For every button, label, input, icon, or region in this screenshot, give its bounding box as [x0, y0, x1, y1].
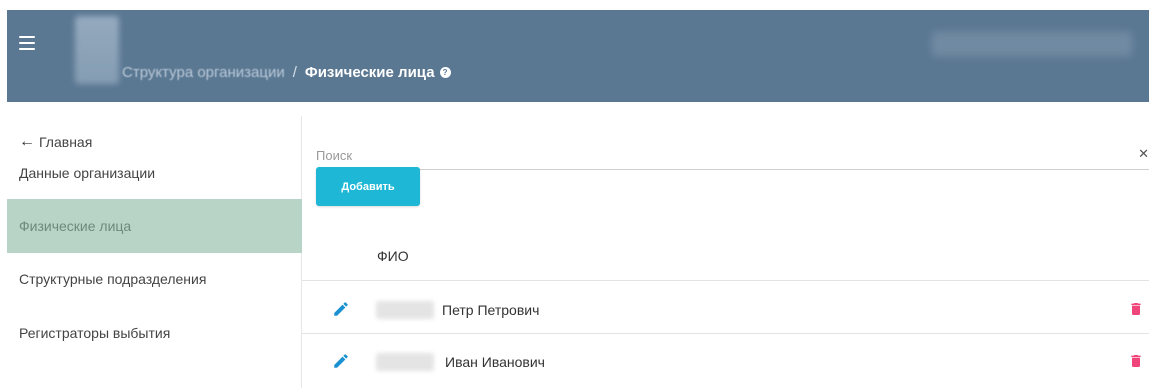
menu-icon[interactable] [19, 36, 35, 50]
person-name: Петр Петрович [442, 302, 540, 318]
breadcrumb: Структура организации / Физические лица … [122, 60, 451, 84]
question-circle-icon[interactable]: ? [439, 66, 451, 78]
surname-redacted [376, 353, 434, 371]
pencil-icon[interactable] [332, 300, 350, 318]
page-title: Физические лица [304, 63, 435, 81]
sidebar-item-label: Регистраторы выбытия [19, 325, 171, 341]
sidebar-item-individuals[interactable]: Физические лица [7, 199, 302, 253]
trash-icon[interactable] [1128, 351, 1144, 371]
sidebar-item-organization-data[interactable]: Данные организации [7, 146, 302, 200]
trash-icon[interactable] [1128, 299, 1144, 319]
table-row: Иван Иванович [302, 336, 1149, 388]
pencil-icon[interactable] [332, 352, 350, 370]
sidebar: ← Главная Данные организации Физические … [7, 116, 302, 388]
sidebar-item-disposal-registrars[interactable]: Регистраторы выбытия [7, 306, 302, 360]
add-button[interactable]: Добавить [316, 167, 420, 206]
person-name: Иван Иванович [445, 354, 545, 370]
sidebar-item-label: Данные организации [19, 165, 156, 181]
sidebar-item-label: Физические лица [19, 218, 132, 234]
breadcrumb-separator: / [292, 63, 297, 81]
breadcrumb-parent-link[interactable]: Структура организации [122, 64, 285, 81]
sidebar-item-label: Структурные подразделения [19, 271, 207, 287]
table-row: Петр Петрович [302, 284, 1149, 334]
column-header-fio[interactable]: ФИО [377, 248, 409, 264]
search-field: ✕ [316, 137, 1149, 170]
table-header: ФИО [302, 229, 1149, 281]
user-info[interactable] [932, 32, 1132, 56]
sidebar-item-structural-units[interactable]: Структурные подразделения [7, 252, 302, 306]
close-icon[interactable]: ✕ [1138, 146, 1149, 162]
logo [75, 16, 119, 84]
app-header: Структура организации / Физические лица … [7, 10, 1149, 102]
surname-redacted [376, 301, 434, 319]
search-input[interactable] [316, 145, 1116, 165]
